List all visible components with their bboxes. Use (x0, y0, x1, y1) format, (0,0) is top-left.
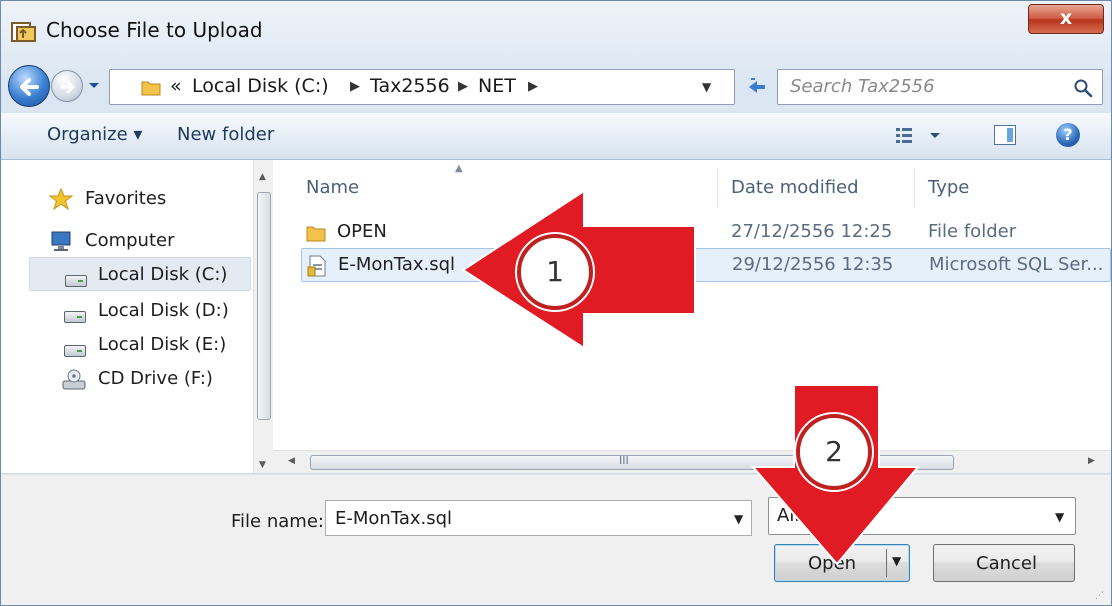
file-list: ▲ Name Date modified Type OPEN 27/12/255… (273, 160, 1111, 473)
open-button[interactable]: Open ▼ (774, 544, 910, 582)
breadcrumb-net[interactable]: NET (478, 75, 516, 97)
organize-button[interactable]: Organize ▾ (47, 124, 142, 145)
refresh-icon[interactable] (743, 69, 771, 105)
sidebar-item-label: CD Drive (F:) (98, 368, 213, 389)
title-bar: Choose File to Upload x (1, 1, 1111, 61)
drive-icon (62, 300, 86, 323)
scroll-up-icon[interactable]: ▲ (259, 172, 266, 182)
file-type: File folder (928, 221, 1017, 242)
sidebar-item-local-disk-d[interactable]: Local Disk (D:) (62, 294, 262, 328)
column-divider[interactable] (914, 168, 915, 208)
content-area: Favorites Computer Local Disk (C:) Local… (1, 160, 1111, 473)
sidebar-item-favorites[interactable]: Favorites (49, 182, 249, 216)
column-header-name[interactable]: Name (306, 177, 359, 198)
file-date: 29/12/2556 12:35 (732, 254, 894, 275)
forward-button[interactable] (51, 70, 83, 102)
scrollbar-thumb[interactable] (257, 192, 271, 420)
breadcrumb-local-disk[interactable]: Local Disk (C:) (192, 75, 329, 97)
resize-grip-icon[interactable]: ⋰ (1095, 591, 1109, 605)
sidebar-item-local-disk-e[interactable]: Local Disk (E:) (62, 328, 262, 362)
column-header-date-modified[interactable]: Date modified (731, 177, 859, 198)
folder-icon (141, 81, 161, 96)
address-dropdown-icon[interactable]: ▼ (702, 75, 711, 99)
scrollbar-grip: III (619, 454, 629, 467)
help-icon[interactable]: ? (1056, 123, 1080, 147)
upload-icon (11, 22, 36, 42)
chevron-down-icon[interactable]: ▼ (1055, 510, 1064, 524)
search-icon[interactable] (1073, 78, 1093, 98)
navigation-pane-scrollbar[interactable]: ▲ ▼ (253, 160, 273, 473)
close-button[interactable]: x (1028, 4, 1104, 34)
button-divider (886, 549, 887, 577)
window-title: Choose File to Upload (46, 18, 263, 42)
sidebar-item-cd-drive-f[interactable]: CD Drive (F:) (62, 362, 262, 396)
annotation-badge-1: 1 (517, 234, 593, 310)
sidebar-item-label: Local Disk (D:) (98, 300, 229, 321)
cancel-button-label: Cancel (976, 553, 1037, 574)
recent-pages-dropdown-icon[interactable] (86, 75, 102, 95)
file-type: Microsoft SQL Ser... (929, 254, 1104, 275)
view-options-icon[interactable] (894, 124, 950, 148)
sidebar-item-label: Local Disk (E:) (98, 334, 227, 355)
arrow-right-icon (60, 80, 76, 94)
column-divider[interactable] (717, 168, 718, 208)
sidebar-item-local-disk-c[interactable]: Local Disk (C:) (29, 257, 251, 291)
breadcrumb-separator-icon[interactable]: ▶ (528, 75, 538, 99)
scroll-down-icon[interactable]: ▼ (259, 460, 266, 470)
file-row-e-montax-sql[interactable]: E-MonTax.sql 29/12/2556 12:35 Microsoft … (301, 248, 1111, 282)
arrow-left-icon (20, 78, 39, 96)
dialog-footer: File name: E-MonTax.sql ▼ All ... ) ▼ Op… (1, 474, 1111, 605)
back-button[interactable] (8, 65, 50, 107)
command-toolbar: Organize ▾ New folder ? (1, 113, 1111, 160)
preview-pane-icon[interactable] (994, 125, 1016, 145)
sidebar-item-label: Favorites (85, 188, 167, 209)
breadcrumb-separator-icon[interactable]: ▶ (350, 75, 360, 99)
file-name-label: File name: (231, 511, 324, 532)
cancel-button[interactable]: Cancel (933, 544, 1075, 582)
sql-file-icon (307, 255, 326, 277)
annotation-badge-2: 2 (796, 414, 872, 490)
sidebar-item-label: Local Disk (C:) (98, 264, 228, 285)
sidebar-item-label: Computer (85, 230, 175, 251)
column-header-type[interactable]: Type (928, 177, 969, 198)
file-name-dropdown-icon[interactable]: ▼ (734, 512, 743, 526)
navigation-bar: « Local Disk (C:) ▶ Tax2556 ▶ NET ▶ ▼ Se… (1, 61, 1111, 111)
file-date: 27/12/2556 12:25 (731, 221, 893, 242)
file-row-open[interactable]: OPEN 27/12/2556 12:25 File folder (301, 216, 1111, 250)
drive-icon (63, 264, 87, 287)
file-type-filter[interactable]: All ... ) ▼ (768, 497, 1076, 535)
computer-icon (51, 231, 71, 251)
file-name: E-MonTax.sql (338, 254, 456, 275)
file-list-scrollbar[interactable]: ◀ III ▶ (273, 450, 1111, 473)
scroll-right-icon[interactable]: ▶ (1088, 456, 1095, 466)
scroll-left-icon[interactable]: ◀ (288, 456, 295, 466)
open-button-label: Open (808, 553, 857, 574)
new-folder-button[interactable]: New folder (177, 124, 274, 145)
sidebar-item-computer[interactable]: Computer (49, 224, 249, 258)
search-box[interactable]: Search Tax2556 (777, 69, 1103, 105)
file-name: OPEN (337, 221, 387, 242)
search-input[interactable]: Search Tax2556 (790, 76, 935, 97)
star-icon (49, 188, 73, 210)
address-overflow[interactable]: « (170, 75, 182, 97)
file-name-value[interactable]: E-MonTax.sql (335, 508, 452, 529)
breadcrumb-separator-icon[interactable]: ▶ (458, 75, 468, 99)
file-name-field[interactable]: E-MonTax.sql ▼ (325, 500, 752, 536)
navigation-pane: Favorites Computer Local Disk (C:) Local… (1, 160, 253, 473)
file-upload-dialog: Choose File to Upload x « Local Disk (C:… (0, 0, 1112, 606)
sort-ascending-icon: ▲ (455, 163, 463, 174)
cd-drive-icon (62, 369, 86, 390)
address-bar[interactable]: « Local Disk (C:) ▶ Tax2556 ▶ NET ▶ ▼ (109, 69, 735, 105)
folder-icon (306, 226, 326, 242)
breadcrumb-tax2556[interactable]: Tax2556 (370, 75, 450, 97)
drive-icon (62, 334, 86, 357)
open-options-dropdown-icon[interactable]: ▼ (892, 554, 901, 568)
file-type-filter-value: All ... ) (777, 505, 835, 526)
